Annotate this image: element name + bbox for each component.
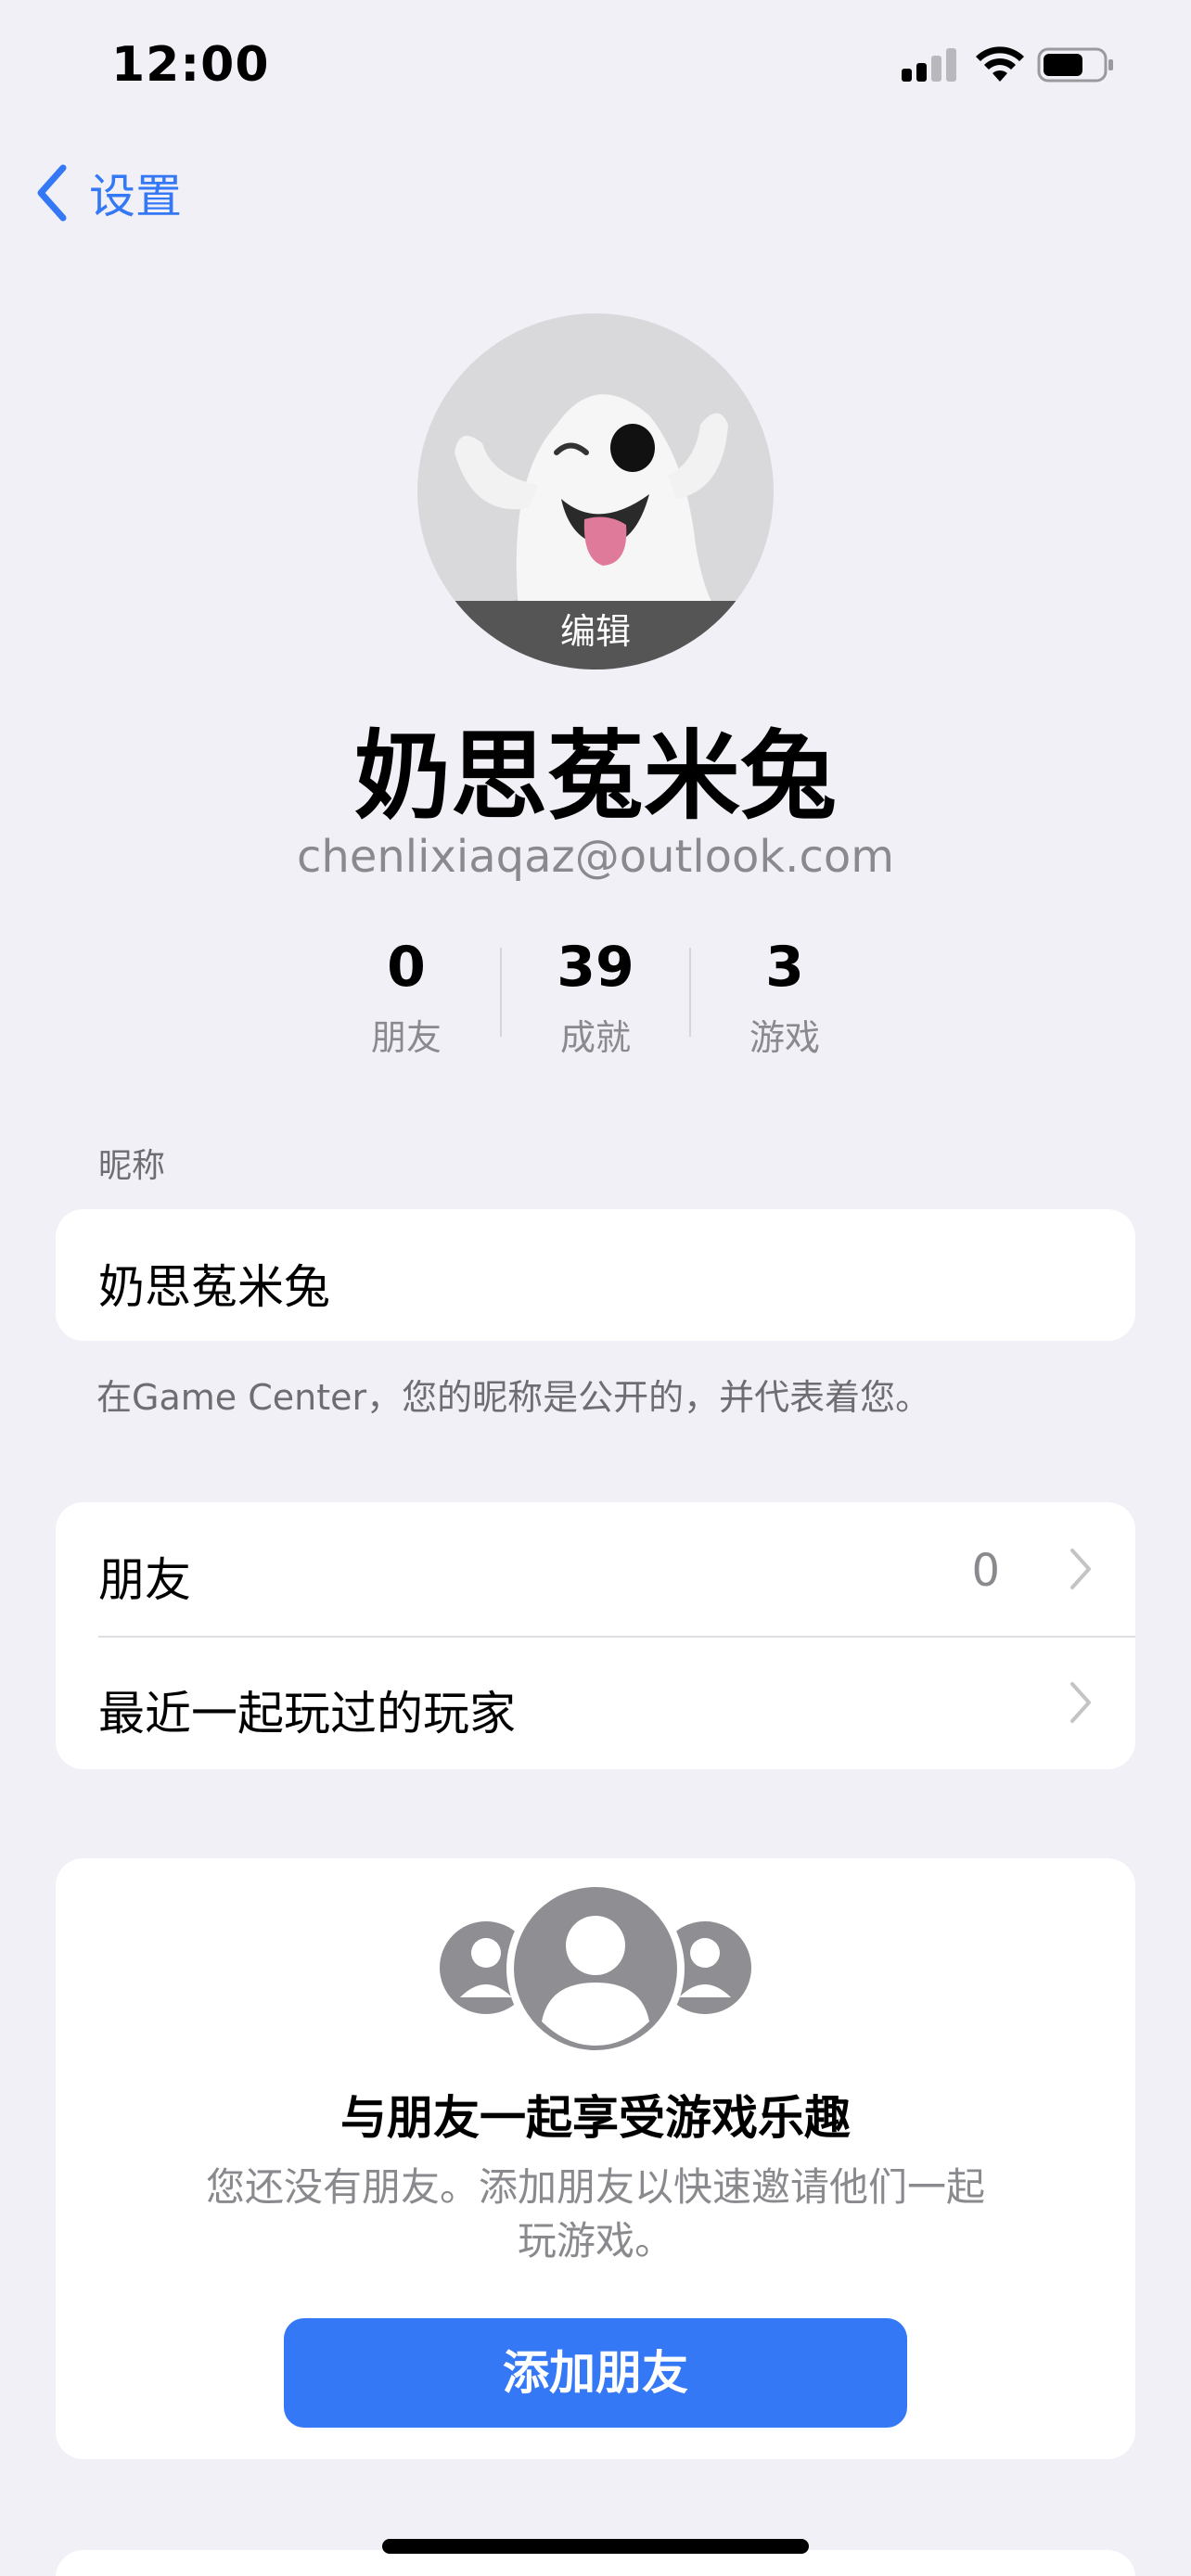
friends-promo-title: 与朋友一起享受游戏乐趣 — [340, 2091, 851, 2145]
chevron-right-icon — [1070, 1682, 1091, 1723]
cellular-signal-icon — [902, 48, 957, 82]
battery-icon — [1037, 47, 1113, 83]
stat-value: 3 — [765, 935, 804, 1000]
profile-name: 奶思菟米兔 — [353, 720, 837, 833]
friends-row-label: 朋友 — [98, 1553, 191, 1607]
stat-friends[interactable]: 0 朋友 — [313, 935, 500, 1060]
people-icon — [440, 1882, 751, 2055]
stat-label: 成就 — [559, 1017, 631, 1058]
nickname-field[interactable]: 奶思菟米兔 — [56, 1209, 1135, 1341]
status-time: 12:00 — [111, 37, 270, 93]
nickname-section-label: 昵称 — [98, 1147, 166, 1185]
recent-players-label: 最近一起玩过的玩家 — [98, 1687, 516, 1741]
stat-games[interactable]: 3 游戏 — [691, 935, 878, 1060]
next-section-card — [56, 2550, 1135, 2576]
description-line: 您还没有朋友。添加朋友以快速邀请他们一起 — [205, 2164, 985, 2210]
chevron-right-icon — [1070, 1549, 1091, 1589]
stat-value: 39 — [557, 935, 634, 1000]
recent-players-row[interactable]: 最近一起玩过的玩家 — [56, 1636, 1135, 1769]
friends-row[interactable]: 朋友 0 — [56, 1502, 1135, 1638]
stat-achievements[interactable]: 39 成就 — [502, 935, 689, 1060]
avatar[interactable]: 编辑 — [417, 313, 774, 670]
back-button[interactable]: 设置 — [33, 158, 182, 228]
description-line: 玩游戏。 — [517, 2218, 673, 2264]
nickname-value[interactable]: 奶思菟米兔 — [98, 1250, 330, 1317]
avatar-edit-label[interactable]: 编辑 — [417, 601, 774, 670]
stat-label: 朋友 — [370, 1017, 442, 1058]
add-friends-button[interactable]: 添加朋友 — [284, 2318, 907, 2428]
friends-list-group: 朋友 0 最近一起玩过的玩家 — [56, 1502, 1135, 1769]
nickname-footnote: 在Game Center，您的昵称是公开的，并代表着您。 — [96, 1377, 931, 1418]
home-indicator[interactable] — [382, 2539, 809, 2554]
wifi-icon — [976, 46, 1024, 82]
stat-value: 0 — [387, 935, 426, 1000]
profile-email: chenlixiaqaz@outlook.com — [297, 831, 894, 883]
stat-label: 游戏 — [749, 1017, 820, 1058]
stats-row: 0 朋友 39 成就 3 游戏 — [0, 935, 1191, 1060]
friends-row-count: 0 — [971, 1545, 1000, 1597]
back-label: 设置 — [89, 170, 182, 223]
friends-promo-description: 您还没有朋友。添加朋友以快速邀请他们一起 玩游戏。 — [158, 2161, 1033, 2268]
chevron-left-icon — [37, 164, 67, 222]
